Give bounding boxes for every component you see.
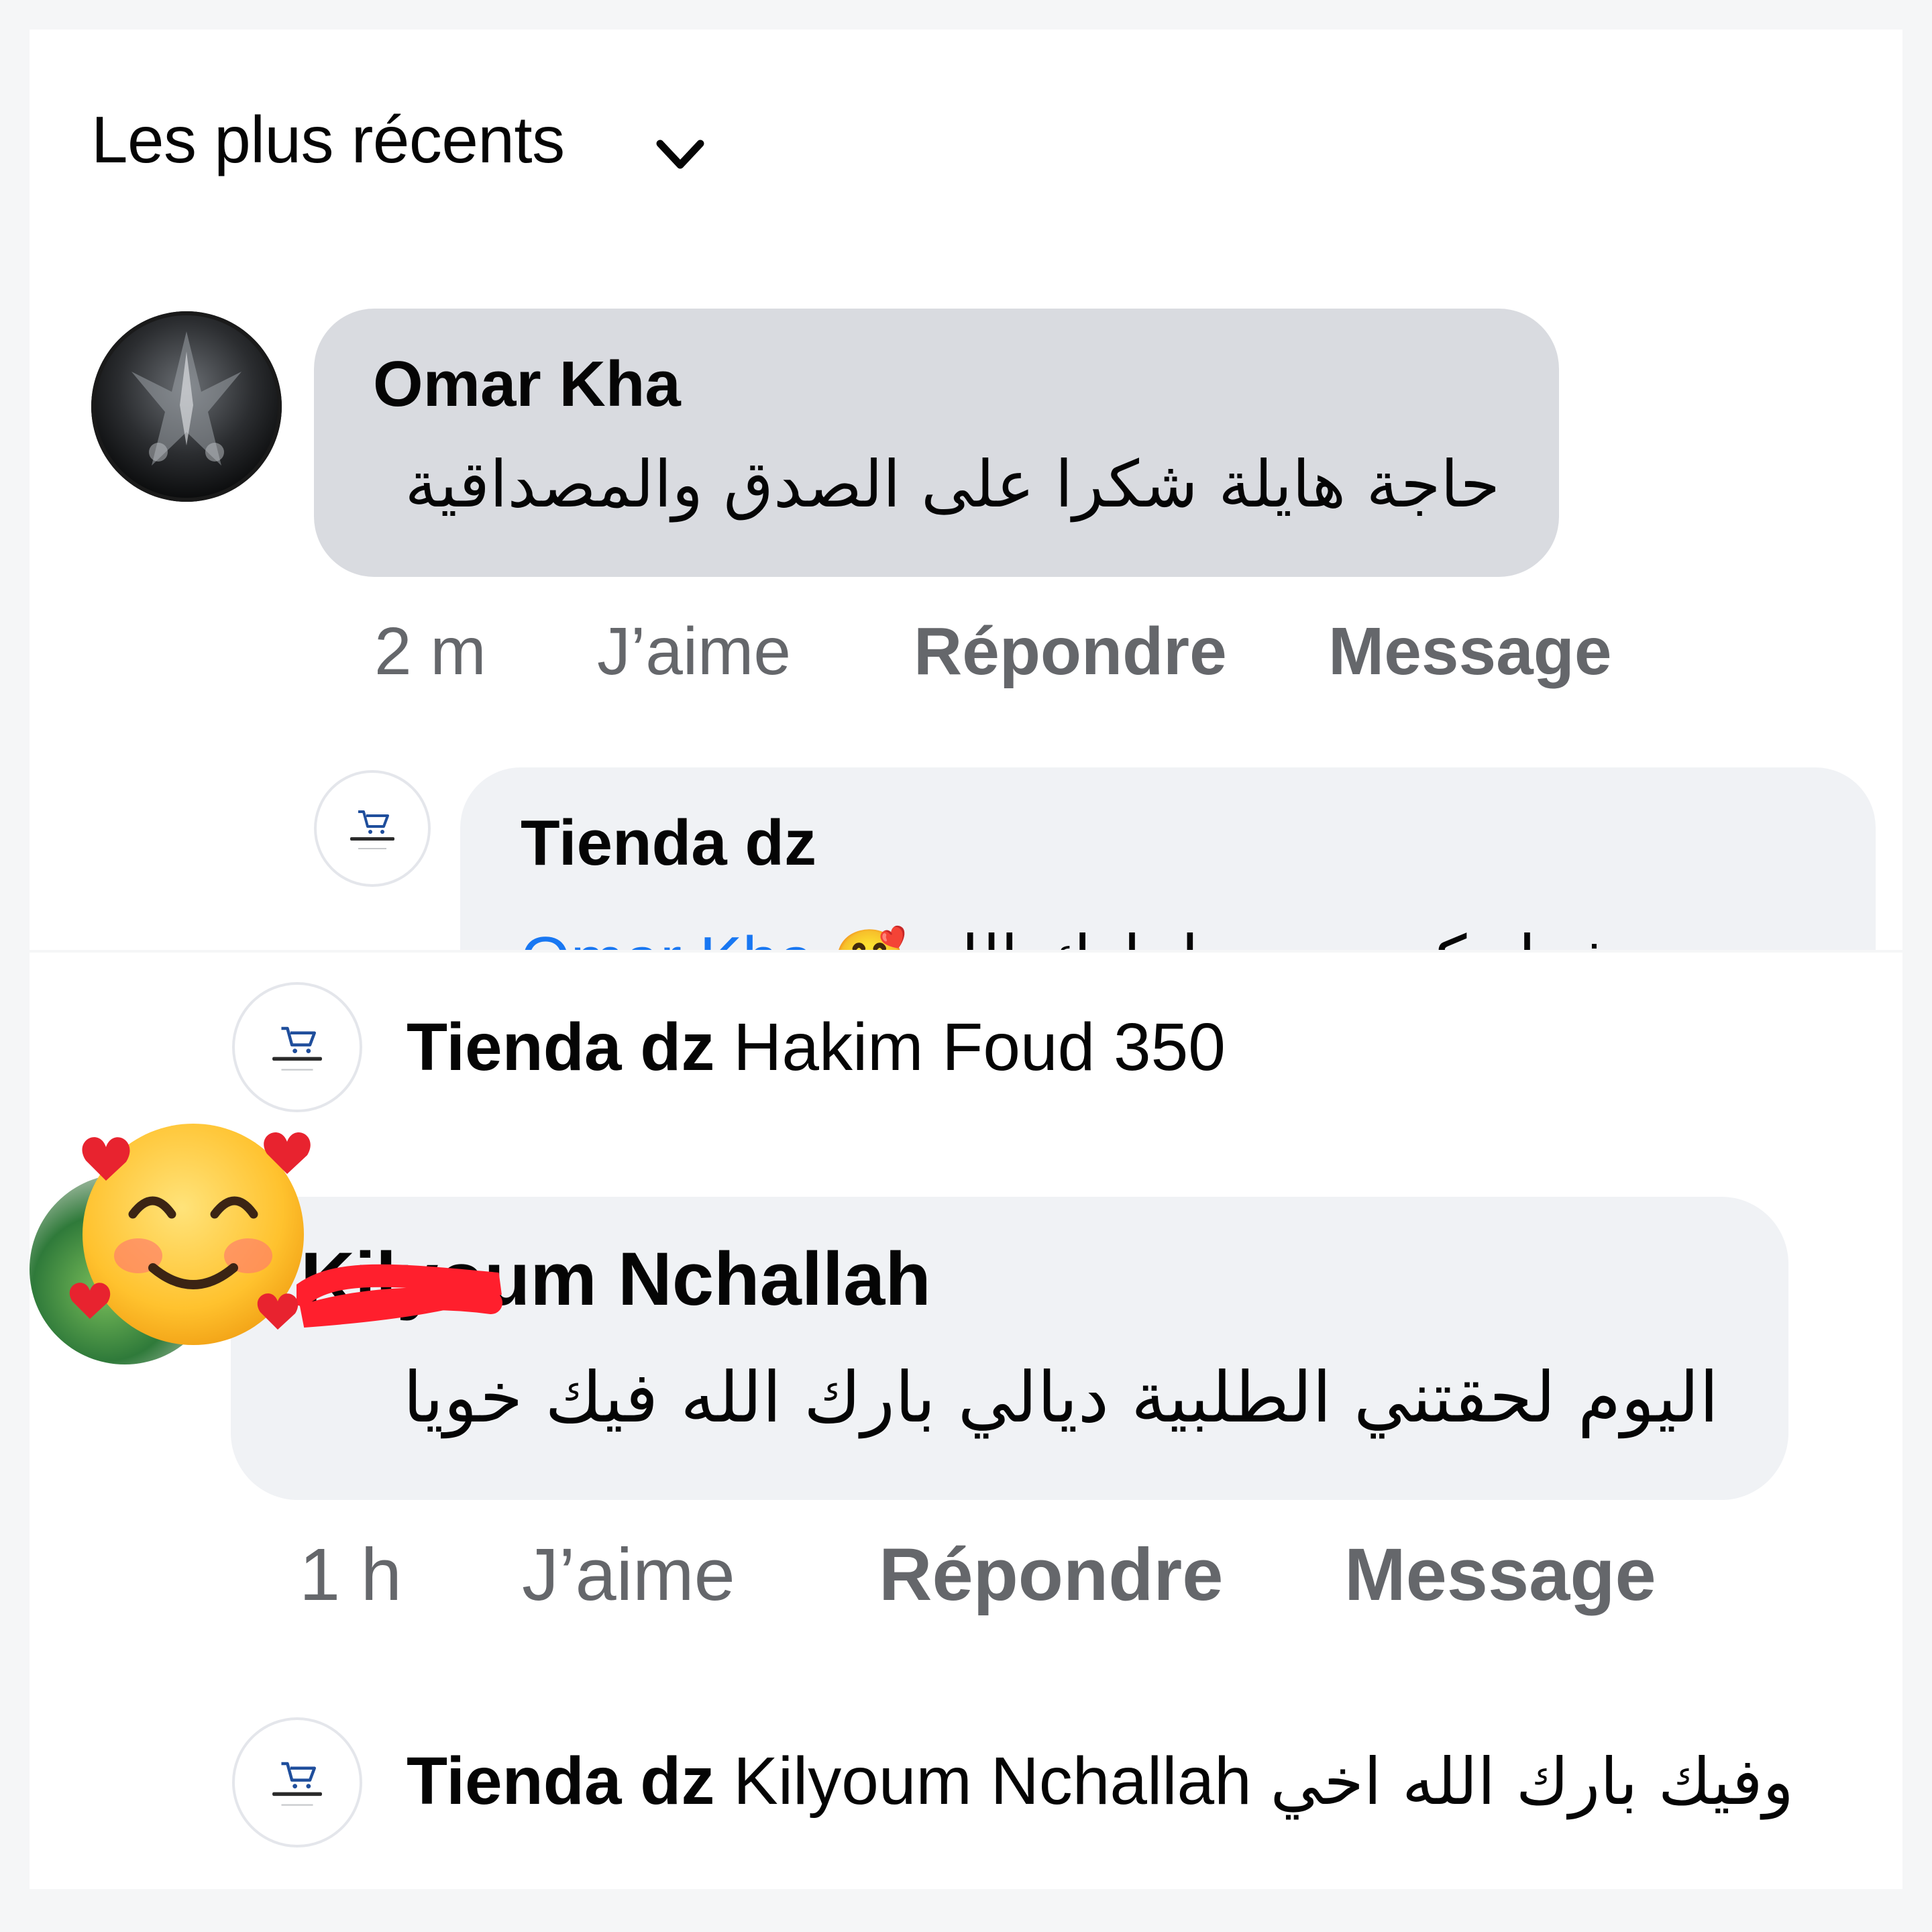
chevron-down-icon[interactable] — [653, 137, 707, 177]
comment-time: 2 m — [374, 614, 486, 689]
sort-label: Les plus récents — [91, 103, 565, 176]
comment-bubble-kilyoum[interactable]: Kilyoum Nchallah اليوم لحقتني الطلبية دي… — [231, 1197, 1788, 1500]
avatar-tienda[interactable] — [314, 770, 431, 887]
emoji-icon: 🥰 — [832, 928, 907, 950]
reply-button[interactable]: Répondre — [879, 1532, 1223, 1617]
comments-screenshot: Les plus récents Omar Kha حاجة هايلة شكر… — [0, 0, 1932, 1932]
reply-text-clipped: Omar Kha 🥰 شهادتكم نعتز بها بارك الله — [460, 922, 1876, 950]
thread-author[interactable]: Tienda dz — [407, 1010, 714, 1085]
comment-text: اليوم لحقتني الطلبية ديالي بارك الله فيك… — [402, 1356, 1719, 1438]
motorcycle-avatar-image — [131, 331, 241, 466]
comment-text: حاجة هايلة شكرا على الصدق والمصداقية — [405, 447, 1500, 522]
thread-mention[interactable]: Kilyoum Nchallah — [733, 1743, 1252, 1819]
comments-section-bottom: Tienda dz Hakim Foud 350 Kilyoum Nchalla… — [30, 953, 1902, 1889]
cart-logo-icon — [272, 1026, 322, 1071]
thread-reply-1[interactable]: Tienda dz Hakim Foud 350 — [407, 1009, 1226, 1086]
reply-text: شهادتكم نعتز بها بارك الله — [925, 922, 1621, 950]
sort-dropdown[interactable]: Les plus récents — [91, 102, 565, 178]
comment-time: 1 h — [299, 1534, 402, 1616]
cart-logo-icon — [272, 1762, 322, 1806]
avatar-omar[interactable] — [91, 311, 282, 502]
comment-author[interactable]: Omar Kha — [373, 347, 681, 421]
comment-bubble-omar[interactable]: Omar Kha حاجة هايلة شكرا على الصدق والمص… — [314, 309, 1559, 577]
thread-text: Hakim Foud 350 — [733, 1010, 1226, 1085]
avatar-tienda[interactable] — [232, 1717, 362, 1847]
avatar-tienda[interactable] — [232, 982, 362, 1112]
thread-author[interactable]: Tienda dz — [407, 1743, 714, 1819]
message-button[interactable]: Message — [1328, 613, 1611, 690]
redaction-mark — [297, 1264, 502, 1328]
smiling-face-with-hearts-icon — [69, 1124, 311, 1345]
thread-reply-2[interactable]: Tienda dz Kilyoum Nchallah وفيك بارك الل… — [407, 1743, 1794, 1820]
reply-button[interactable]: Répondre — [914, 613, 1227, 690]
message-button[interactable]: Message — [1344, 1532, 1656, 1617]
cart-logo-icon — [350, 810, 394, 849]
reply-bubble-tienda[interactable]: Tienda dz Omar Kha 🥰 شهادتكم نعتز بها با… — [460, 767, 1876, 950]
thread-text: وفيك بارك الله اخي — [1270, 1744, 1794, 1819]
like-button[interactable]: J’aime — [597, 613, 791, 690]
reply-author[interactable]: Tienda dz — [521, 806, 816, 880]
comments-section-top: Les plus récents Omar Kha حاجة هايلة شكر… — [30, 30, 1902, 950]
like-button[interactable]: J’aime — [522, 1532, 735, 1617]
reply-mention[interactable]: Omar Kha — [521, 924, 814, 950]
